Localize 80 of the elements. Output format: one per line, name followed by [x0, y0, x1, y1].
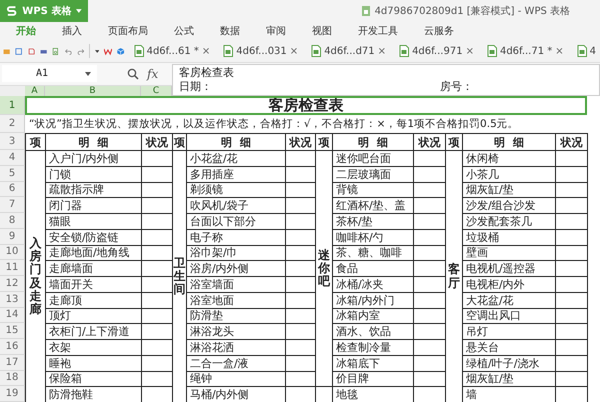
document-icon — [360, 4, 371, 17]
close-icon[interactable]: × — [202, 46, 210, 57]
spreadsheet-file-icon — [311, 45, 322, 58]
row-header[interactable]: 10 — [0, 244, 25, 260]
name-box[interactable]: A1 — [2, 65, 97, 82]
caret-icon[interactable] — [94, 48, 100, 54]
column-heading: 状况 — [555, 133, 588, 151]
spreadsheet-file-icon — [223, 45, 234, 58]
row-header[interactable]: 15 — [0, 323, 25, 339]
column-header[interactable]: B — [45, 86, 141, 96]
close-icon[interactable]: × — [466, 46, 474, 57]
tab-label: 4d6f...d71 — [324, 46, 375, 57]
close-icon[interactable]: × — [290, 46, 298, 57]
document-tab[interactable]: 4 — [572, 45, 600, 58]
section-label: 迷你吧 — [318, 248, 330, 288]
menu-tab[interactable]: 公式 — [166, 24, 206, 38]
tab-label: 4d6f...71 * — [500, 46, 552, 57]
close-icon[interactable]: × — [378, 46, 386, 57]
spreadsheet-file-icon — [486, 45, 497, 58]
menu-tab[interactable]: 云服务 — [416, 24, 466, 38]
function-button[interactable]: fx — [147, 66, 158, 81]
row-header[interactable]: 19 — [0, 386, 25, 402]
app-menu-button[interactable]: WPS 表格 — [0, 0, 88, 22]
row-header[interactable]: 1 — [0, 96, 25, 115]
menu-tab[interactable]: 插入 — [54, 24, 94, 38]
menu-tab[interactable]: 审阅 — [258, 24, 298, 38]
column-heading: 项 — [25, 133, 46, 151]
tab-label: 4d6f...031 — [236, 46, 287, 57]
note-text: “状况”指卫生状况、摆放状况，以及运作状态，合格打：√，不合格打：×，每1项不合格扣罚0.5元。 — [28, 117, 520, 132]
column-heading: 明 细 — [462, 133, 556, 151]
caret-icon — [76, 8, 82, 13]
row-header[interactable]: 9 — [0, 228, 25, 244]
tab-label: 4d6f...971 — [412, 46, 463, 57]
close-icon[interactable]: × — [555, 46, 564, 57]
wps-logo-icon — [6, 4, 18, 17]
column-heading: 明 细 — [45, 133, 142, 151]
row-header[interactable]: 12 — [0, 276, 25, 292]
window-title: 4d7986702809d1 [兼容模式] - WPS 表格 — [374, 4, 570, 18]
column-header[interactable]: A — [25, 86, 45, 96]
formula-field[interactable]: 客房检查表 日期： 房号： — [172, 64, 600, 96]
row-header[interactable]: 3 — [0, 133, 25, 150]
row-header[interactable]: 5 — [0, 166, 25, 182]
column-heading: 明 细 — [332, 133, 414, 151]
document-tab[interactable]: 4d6f...971 × — [395, 45, 478, 58]
column-heading: 状况 — [285, 133, 316, 151]
document-tab[interactable]: 4d6f...71 * × — [482, 45, 568, 58]
row-header[interactable]: 16 — [0, 339, 25, 355]
menu-tab[interactable]: 开发工具 — [350, 24, 410, 38]
section-label: 入房门及走廊 — [30, 236, 42, 316]
menu-tab[interactable]: 数据 — [212, 24, 252, 38]
row-header[interactable]: 14 — [0, 308, 25, 324]
row-header[interactable]: 13 — [0, 292, 25, 308]
column-heading: 明 细 — [186, 133, 286, 151]
column-header[interactable]: C — [141, 86, 172, 96]
menu-tab[interactable]: 开始 — [8, 24, 48, 38]
document-tab[interactable]: 4d6f...031 × — [219, 45, 302, 58]
column-heading: 状况 — [141, 133, 173, 151]
zoom-icon[interactable] — [127, 68, 139, 80]
spreadsheet-file-icon — [399, 45, 410, 58]
document-tab[interactable]: 4d6f...d71 × — [307, 45, 390, 58]
column-heading: 状况 — [413, 133, 446, 151]
tab-label: 4 — [590, 46, 596, 57]
document-tab[interactable]: 4d6f...61 * × — [130, 45, 214, 58]
caret-icon — [85, 72, 91, 76]
row-header[interactable]: 7 — [0, 197, 25, 213]
row-header[interactable]: 2 — [0, 115, 25, 133]
row-header[interactable]: 8 — [0, 213, 25, 229]
row-header[interactable]: 6 — [0, 182, 25, 198]
title-cell[interactable]: 客房检查表 — [25, 96, 587, 115]
row-header[interactable]: 18 — [0, 370, 25, 386]
row-header[interactable]: 11 — [0, 260, 25, 276]
spreadsheet-file-icon — [576, 45, 587, 58]
section-label: 卫生间 — [174, 256, 186, 296]
menu-tab[interactable]: 页面布局 — [100, 24, 160, 38]
tab-label: 4d6f...61 * — [146, 46, 199, 57]
row-header[interactable]: 17 — [0, 354, 25, 370]
menu-tab[interactable]: 视图 — [304, 24, 344, 38]
row-header[interactable]: 4 — [0, 150, 25, 166]
section-label: 客厅 — [448, 263, 460, 290]
spreadsheet-file-icon — [134, 45, 144, 58]
